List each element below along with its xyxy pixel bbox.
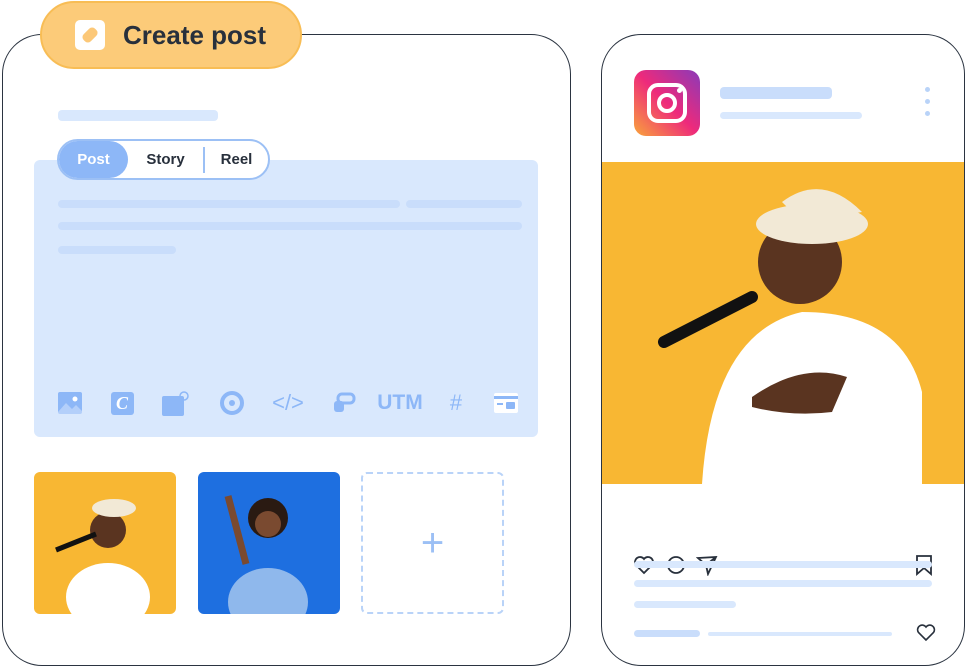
media-thumbnail-dancer[interactable]	[198, 472, 340, 614]
title-placeholder	[58, 110, 218, 121]
like-comment-icon[interactable]	[915, 622, 937, 644]
card-icon[interactable]	[492, 389, 520, 417]
page-title: Create post	[123, 19, 267, 50]
post-image	[602, 162, 964, 484]
post-type-tabs: Post Story Reel	[57, 139, 270, 180]
tap-icon[interactable]	[330, 389, 358, 417]
pencil-icon	[75, 20, 105, 50]
utm-icon[interactable]: UTM	[377, 389, 423, 417]
instagram-logo	[634, 70, 700, 136]
canva-icon[interactable]: C	[108, 389, 136, 417]
tab-reel[interactable]: Reel	[205, 141, 268, 178]
create-post-badge: Create post	[40, 1, 302, 69]
image-icon[interactable]	[56, 389, 84, 417]
tab-post[interactable]: Post	[59, 141, 128, 178]
tab-story[interactable]: Story	[128, 141, 203, 178]
image-search-icon[interactable]	[162, 389, 190, 417]
media-thumbnail-singer[interactable]	[34, 472, 176, 614]
code-icon[interactable]: </>	[272, 389, 304, 417]
add-media-button[interactable]: +	[361, 472, 504, 614]
hashtag-icon[interactable]: #	[442, 389, 470, 417]
target-icon[interactable]	[218, 389, 246, 417]
more-options-icon[interactable]	[925, 87, 931, 116]
instagram-preview-card	[601, 34, 965, 666]
